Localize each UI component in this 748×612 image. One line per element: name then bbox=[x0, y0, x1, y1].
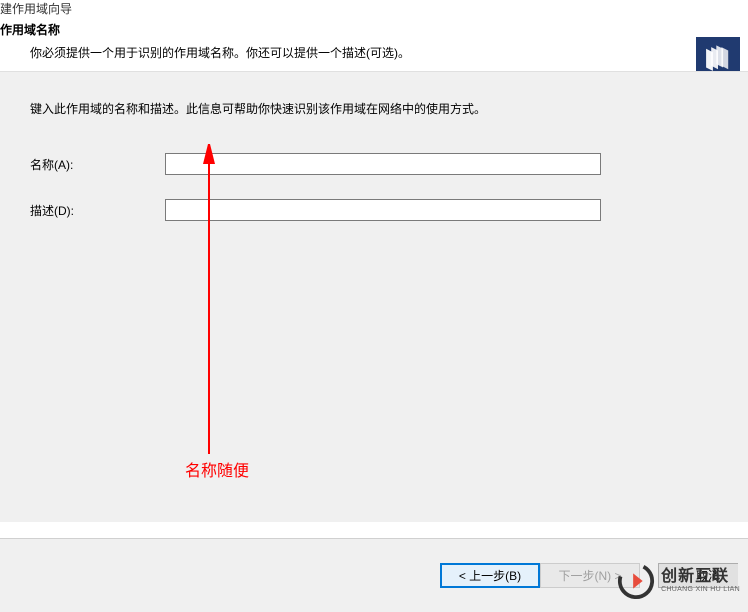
wizard-title: 作用域名称 bbox=[0, 21, 748, 38]
watermark-en: CHUANG XIN HU LIAN bbox=[661, 586, 740, 594]
watermark-text: 创新互联 CHUANG XIN HU LIAN bbox=[661, 568, 740, 593]
back-button[interactable]: < 上一步(B) bbox=[440, 563, 540, 588]
nav-button-group: < 上一步(B) 下一步(N) > bbox=[440, 563, 640, 588]
name-row: 名称(A): bbox=[30, 153, 718, 175]
desc-input[interactable] bbox=[165, 199, 601, 221]
watermark-cn: 创新互联 bbox=[661, 568, 740, 586]
desc-label: 描述(D): bbox=[30, 202, 165, 219]
wizard-content: 键入此作用域的名称和描述。此信息可帮助你快速识别该作用域在网络中的使用方式。 名… bbox=[0, 71, 748, 522]
name-input[interactable] bbox=[165, 153, 601, 175]
watermark: 创新互联 CHUANG XIN HU LIAN bbox=[617, 562, 740, 600]
annotation-arrow-icon bbox=[170, 144, 230, 464]
instruction-text: 键入此作用域的名称和描述。此信息可帮助你快速识别该作用域在网络中的使用方式。 bbox=[30, 100, 718, 117]
name-label: 名称(A): bbox=[30, 156, 165, 173]
annotation-label: 名称随便 bbox=[185, 457, 249, 481]
desc-row: 描述(D): bbox=[30, 199, 718, 221]
wizard-subtitle: 你必须提供一个用于识别的作用域名称。你还可以提供一个描述(可选)。 bbox=[30, 44, 748, 61]
watermark-logo-icon bbox=[617, 562, 655, 600]
window-title-cut: 建作用域向导 bbox=[0, 0, 748, 21]
wizard-header: 作用域名称 你必须提供一个用于识别的作用域名称。你还可以提供一个描述(可选)。 bbox=[0, 21, 748, 71]
